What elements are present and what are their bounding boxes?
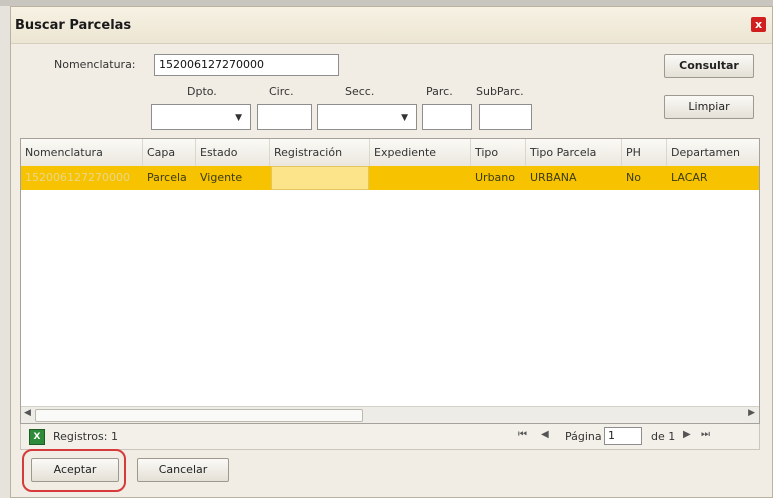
prev-page-icon[interactable]: ◀ [541, 429, 549, 440]
column-header-nomenclatura[interactable]: Nomenclatura [21, 139, 143, 166]
cell-registracion [271, 166, 369, 190]
secc-select[interactable]: ▼ [317, 104, 417, 130]
records-count: Registros: 1 [53, 430, 118, 443]
column-header-tipo[interactable]: Tipo [471, 139, 526, 166]
page-label: Página [565, 430, 602, 443]
cell-expediente [370, 166, 471, 190]
column-header-estado[interactable]: Estado [196, 139, 270, 166]
next-page-icon[interactable]: ▶ [683, 429, 691, 440]
limpiar-button[interactable]: Limpiar [664, 95, 754, 119]
dialog-title: Buscar Parcelas [15, 18, 132, 33]
table-row[interactable]: 152006127270000 Parcela Vigente Urbano U… [21, 166, 759, 190]
column-header-tipo-parcela[interactable]: Tipo Parcela [526, 139, 622, 166]
close-icon[interactable]: x [751, 17, 766, 32]
last-page-icon[interactable]: ⏭ [701, 429, 710, 440]
column-header-capa[interactable]: Capa [143, 139, 196, 166]
horizontal-scrollbar[interactable]: ◀ ▶ [21, 406, 759, 423]
dialog-titlebar: Buscar Parcelas x [11, 7, 772, 44]
scroll-left-icon[interactable]: ◀ [24, 408, 31, 418]
nomenclatura-label: Nomenclatura: [54, 58, 136, 71]
chevron-down-icon: ▼ [401, 113, 408, 123]
cell-estado: Vigente [200, 171, 243, 184]
column-header-registracion[interactable]: Registración [270, 139, 370, 166]
page-total: de 1 [651, 430, 676, 443]
cell-nomenclatura: 152006127270000 [25, 171, 130, 184]
chevron-down-icon: ▼ [235, 113, 242, 123]
cell-capa: Parcela [147, 171, 187, 184]
secc-label: Secc. [345, 85, 375, 98]
grid-pager: X Registros: 1 ⏮ ◀ Página 1 de 1 ▶ ⏭ [20, 424, 760, 450]
grid-header: Nomenclatura Capa Estado Registración Ex… [21, 139, 759, 167]
highlight-annotation [22, 449, 126, 492]
nomenclatura-input[interactable]: 152006127270000 [154, 54, 339, 76]
column-header-ph[interactable]: PH [622, 139, 667, 166]
consultar-button[interactable]: Consultar [664, 54, 754, 78]
parcelas-grid: Nomenclatura Capa Estado Registración Ex… [20, 138, 760, 424]
scroll-right-icon[interactable]: ▶ [748, 408, 755, 418]
cell-ph: No [626, 171, 641, 184]
dpto-label: Dpto. [187, 85, 217, 98]
cell-tipo-parcela: URBANA [530, 171, 577, 184]
column-header-departamento[interactable]: Departamen [667, 139, 759, 166]
subparc-input[interactable] [479, 104, 532, 130]
parc-label: Parc. [426, 85, 453, 98]
subparc-label: SubParc. [476, 85, 524, 98]
parc-input[interactable] [422, 104, 472, 130]
scrollbar-thumb[interactable] [35, 409, 363, 422]
page-number-input[interactable]: 1 [604, 427, 642, 445]
first-page-icon[interactable]: ⏮ [518, 429, 527, 440]
column-header-expediente[interactable]: Expediente [370, 139, 471, 166]
circ-input[interactable] [257, 104, 312, 130]
cancelar-button[interactable]: Cancelar [137, 458, 229, 482]
cell-tipo: Urbano [475, 171, 515, 184]
excel-export-icon[interactable]: X [29, 429, 45, 445]
dpto-select[interactable]: ▼ [151, 104, 251, 130]
cell-departamento: LACAR [671, 171, 708, 184]
circ-label: Circ. [269, 85, 294, 98]
